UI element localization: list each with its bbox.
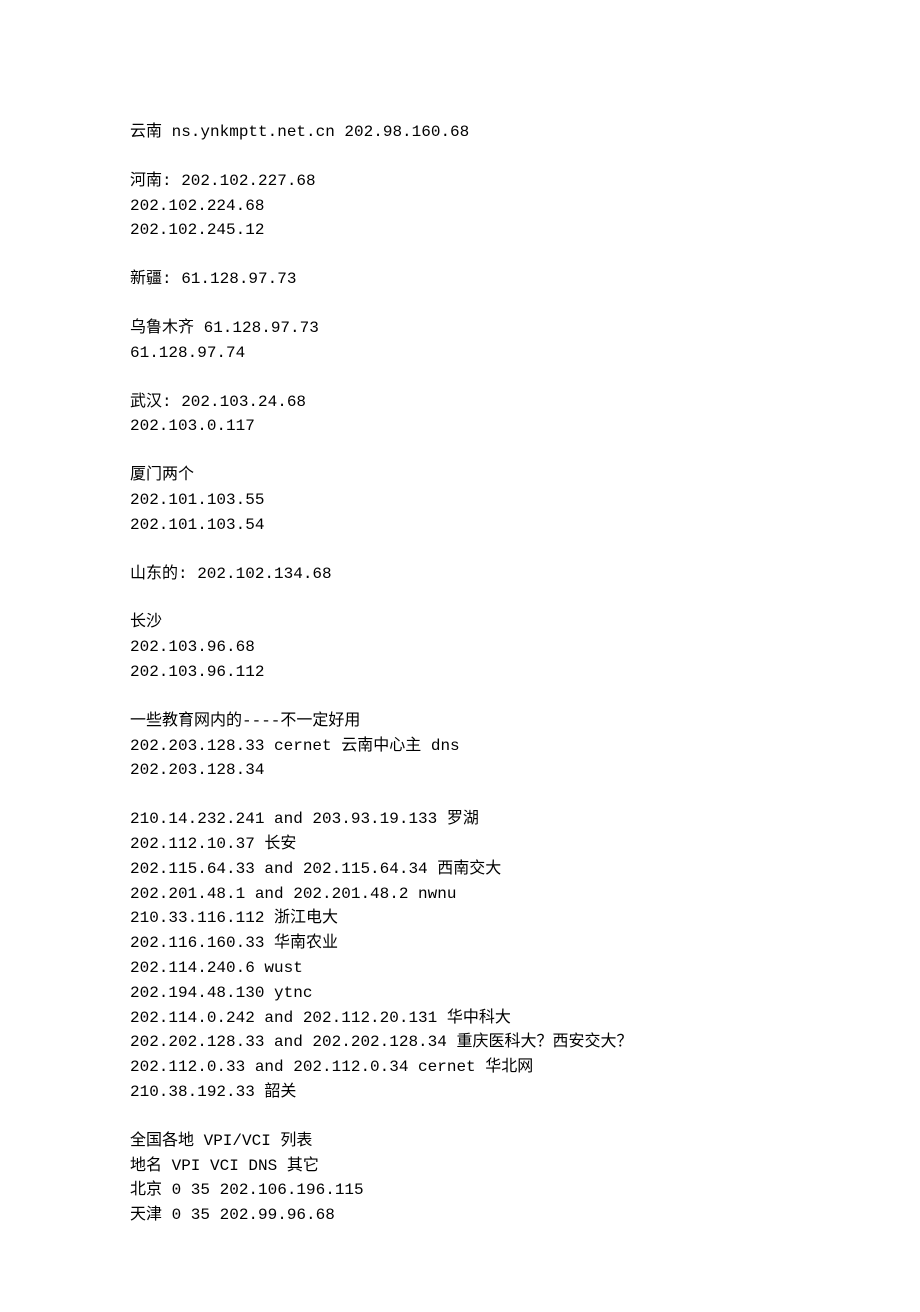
- text-line: 202.194.48.130 ytnc: [130, 981, 790, 1006]
- text-line: 202.101.103.55: [130, 488, 790, 513]
- text-line: 长沙: [130, 610, 790, 635]
- text-line: 乌鲁木齐 61.128.97.73: [130, 316, 790, 341]
- text-line: 202.103.0.117: [130, 414, 790, 439]
- text-line: 202.112.0.33 and 202.112.0.34 cernet 华北网: [130, 1055, 790, 1080]
- text-line: 202.115.64.33 and 202.115.64.34 西南交大: [130, 857, 790, 882]
- text-line: 山东的: 202.102.134.68: [130, 562, 790, 587]
- text-line: 202.116.160.33 华南农业: [130, 931, 790, 956]
- text-line: 武汉: 202.103.24.68: [130, 390, 790, 415]
- text-block: 云南 ns.ynkmptt.net.cn 202.98.160.68: [130, 120, 790, 145]
- text-line: 61.128.97.74: [130, 341, 790, 366]
- text-line: 云南 ns.ynkmptt.net.cn 202.98.160.68: [130, 120, 790, 145]
- text-line: 202.114.0.242 and 202.112.20.131 华中科大: [130, 1006, 790, 1031]
- text-block: 一些教育网内的----不一定好用202.203.128.33 cernet 云南…: [130, 709, 790, 783]
- text-line: 202.201.48.1 and 202.201.48.2 nwnu: [130, 882, 790, 907]
- text-line: 202.103.96.112: [130, 660, 790, 685]
- text-line: 全国各地 VPI/VCI 列表: [130, 1129, 790, 1154]
- text-line: 202.203.128.34: [130, 758, 790, 783]
- text-line: 北京 0 35 202.106.196.115: [130, 1178, 790, 1203]
- text-line: 河南: 202.102.227.68: [130, 169, 790, 194]
- text-line: 天津 0 35 202.99.96.68: [130, 1203, 790, 1228]
- text-line: 202.202.128.33 and 202.202.128.34 重庆医科大？…: [130, 1030, 790, 1055]
- text-block: 山东的: 202.102.134.68: [130, 562, 790, 587]
- text-block: 乌鲁木齐 61.128.97.7361.128.97.74: [130, 316, 790, 366]
- text-block: 河南: 202.102.227.68202.102.224.68202.102.…: [130, 169, 790, 243]
- text-line: 210.33.116.112 浙江电大: [130, 906, 790, 931]
- text-line: 202.103.96.68: [130, 635, 790, 660]
- text-block: 武汉: 202.103.24.68202.103.0.117: [130, 390, 790, 440]
- text-block: 厦门两个202.101.103.55202.101.103.54: [130, 463, 790, 537]
- text-line: 202.101.103.54: [130, 513, 790, 538]
- text-line: 210.14.232.241 and 203.93.19.133 罗湖: [130, 807, 790, 832]
- text-line: 202.112.10.37 长安: [130, 832, 790, 857]
- document-content: 云南 ns.ynkmptt.net.cn 202.98.160.68 河南: 20…: [130, 120, 790, 1228]
- text-line: 厦门两个: [130, 463, 790, 488]
- text-line: 新疆: 61.128.97.73: [130, 267, 790, 292]
- text-block: 210.14.232.241 and 203.93.19.133 罗湖202.1…: [130, 807, 790, 1105]
- text-line: 一些教育网内的----不一定好用: [130, 709, 790, 734]
- document-page: 云南 ns.ynkmptt.net.cn 202.98.160.68 河南: 20…: [0, 0, 920, 1312]
- text-block: 长沙202.103.96.68202.103.96.112: [130, 610, 790, 684]
- text-line: 202.114.240.6 wust: [130, 956, 790, 981]
- text-line: 地名 VPI VCI DNS 其它: [130, 1154, 790, 1179]
- text-line: 202.102.245.12: [130, 218, 790, 243]
- text-line: 210.38.192.33 韶关: [130, 1080, 790, 1105]
- text-line: 202.102.224.68: [130, 194, 790, 219]
- text-line: 202.203.128.33 cernet 云南中心主 dns: [130, 734, 790, 759]
- text-block: 全国各地 VPI/VCI 列表地名 VPI VCI DNS 其它北京 0 35 …: [130, 1129, 790, 1228]
- text-block: 新疆: 61.128.97.73: [130, 267, 790, 292]
